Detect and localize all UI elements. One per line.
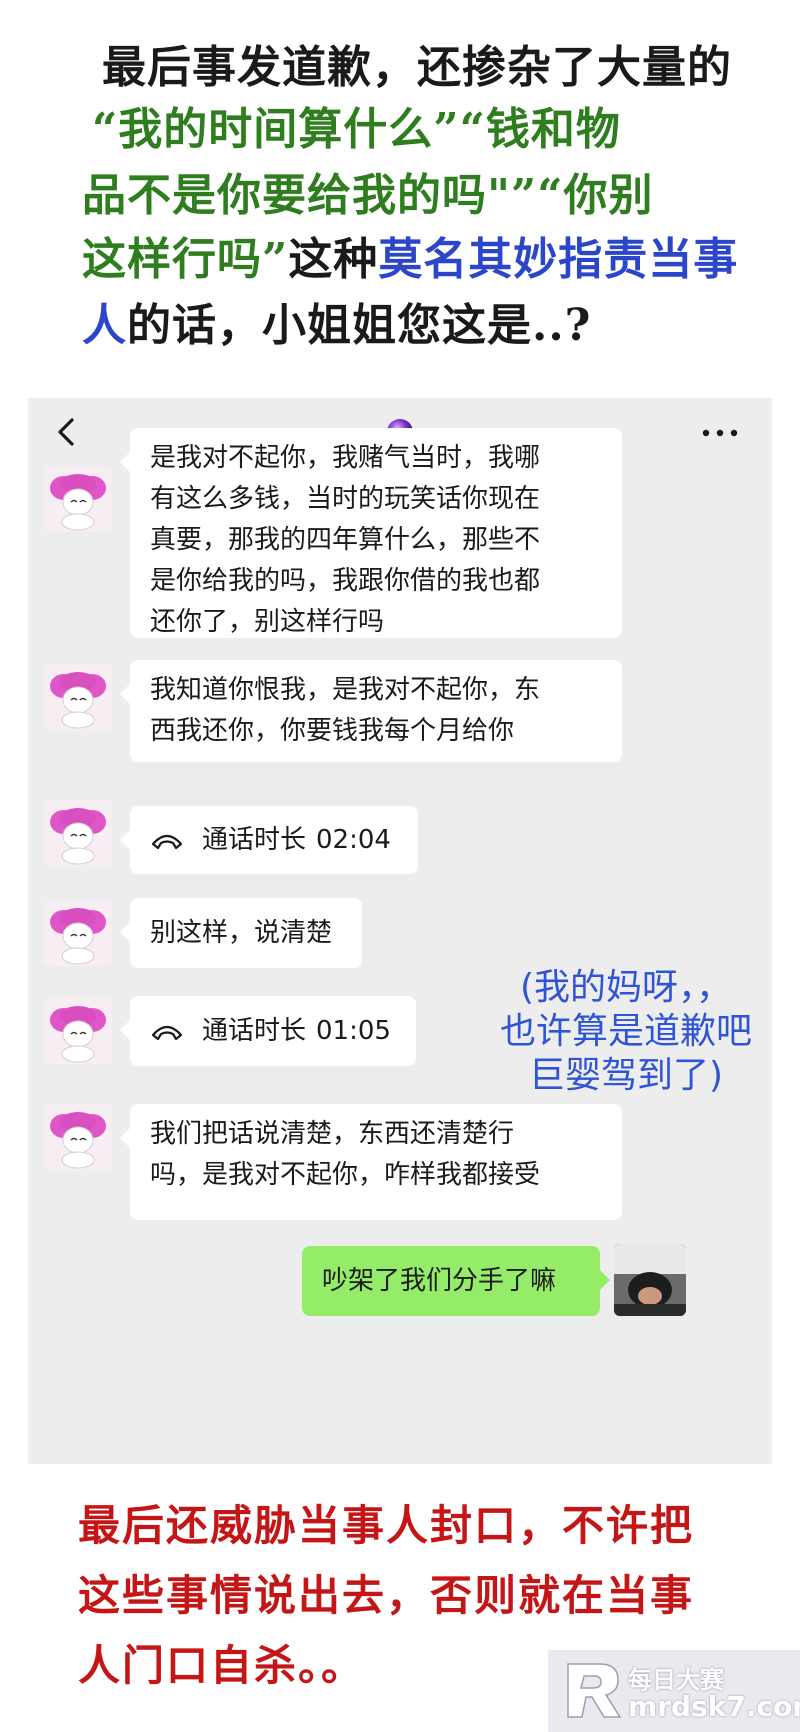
self-message-bubble[interactable]: 吵架了我们分手了嘛 — [302, 1246, 610, 1316]
message-line: 西我还你，你要钱我每个月给你 — [150, 716, 515, 746]
headline-line-4-blue: 莫名其妙指责当事 — [378, 234, 739, 285]
call-label: 通话时长 — [202, 1015, 307, 1046]
contact-avatar[interactable] — [44, 900, 112, 966]
message-bubble[interactable]: 是我对不起你，我赌气当时，我哪 有这么多钱，当时的玩笑话你现在 真要，那我的四年… — [120, 428, 622, 638]
message-line: 我知道你恨我，是我对不起你，东 — [150, 675, 541, 705]
footer-line-1: 最后还威胁当事人封口，不许把 — [78, 1501, 695, 1550]
contact-avatar[interactable] — [44, 664, 112, 730]
footer-line-3: 人门口自杀。。 — [78, 1641, 366, 1690]
message-line: 是我对不起你，我赌气当时，我哪 — [150, 443, 541, 473]
footer-line-2: 这些事情说出去，否则就在当事 — [78, 1571, 695, 1620]
call-record-bubble[interactable]: 通话时长 02:04 — [120, 806, 418, 874]
more-dots-icon[interactable] — [700, 428, 740, 438]
watermark: 每日大赛 mrdsk7.com — [548, 1650, 800, 1732]
headline-line-3: 品不是你要给我的吗"”“你别 — [82, 170, 654, 221]
contact-avatar[interactable] — [44, 998, 112, 1064]
message-bubble[interactable]: 别这样，说清楚 — [120, 898, 362, 968]
headline-line-2: “我的时间算什么”“钱和物 — [92, 104, 621, 155]
message-line: 别这样，说清楚 — [150, 918, 333, 948]
headline-line-4: 这样行吗”这种莫名其妙指责当事 — [82, 232, 738, 288]
contact-avatar[interactable] — [44, 466, 112, 532]
call-duration: 02:04 — [316, 824, 391, 855]
phone-hangup-icon — [151, 1025, 183, 1041]
headline-line-1: 最后事发道歉，还掺杂了大量的 — [102, 42, 732, 93]
message-line: 是你给我的吗，我跟你借的我也都 — [150, 566, 541, 596]
annotation-line: (我的妈呀，， — [519, 967, 733, 1008]
self-avatar[interactable] — [614, 1244, 686, 1316]
chat-window: 是我对不起你，我赌气当时，我哪 有这么多钱，当时的玩笑话你现在 真要，那我的四年… — [28, 398, 772, 1464]
annotation-line: 巨婴驾到了) — [528, 1055, 724, 1096]
message-bubble[interactable]: 我们把话说清楚，东西还清楚行 吗，是我对不起你，咋样我都接受 — [120, 1104, 622, 1220]
annotation-note: (我的妈呀，， 也许算是道歉吧 巨婴驾到了) — [466, 966, 786, 1098]
message-line: 吗，是我对不起你，咋样我都接受 — [150, 1160, 541, 1190]
headline: 最后事发道歉，还掺杂了大量的 “我的时间算什么”“钱和物 品不是你要给我的吗"”… — [0, 0, 800, 380]
message-line: 吵架了我们分手了嘛 — [322, 1266, 557, 1296]
message-bubble[interactable]: 我知道你恨我，是我对不起你，东 西我还你，你要钱我每个月给你 — [120, 660, 622, 762]
watermark-logo-icon — [567, 1663, 622, 1718]
message-line: 我们把话说清楚，东西还清楚行 — [150, 1119, 515, 1149]
call-record-bubble[interactable]: 通话时长 01:05 — [120, 996, 416, 1066]
call-duration: 01:05 — [316, 1015, 391, 1046]
phone-hangup-icon — [151, 834, 183, 850]
message-line: 还你了，别这样行吗 — [150, 607, 385, 637]
contact-avatar[interactable] — [44, 1104, 112, 1170]
headline-line-5-black: 的话，小姐姐您这是..? — [127, 300, 592, 351]
call-label: 通话时长 — [202, 824, 307, 855]
message-line: 有这么多钱，当时的玩笑话你现在 — [150, 484, 541, 514]
contact-avatar[interactable] — [44, 800, 112, 866]
headline-line-4-green: 这样行吗” — [82, 234, 289, 285]
headline-line-5: 人的话，小姐姐您这是..? — [82, 298, 591, 354]
annotation-line: 也许算是道歉吧 — [499, 1011, 752, 1052]
watermark-url: mrdsk7.com — [628, 1690, 800, 1723]
message-line: 真要，那我的四年算什么，那些不 — [150, 525, 541, 555]
headline-line-4-black: 这种 — [288, 234, 379, 285]
headline-line-5-blue: 人 — [82, 300, 127, 351]
chevron-left-icon[interactable] — [52, 414, 84, 450]
